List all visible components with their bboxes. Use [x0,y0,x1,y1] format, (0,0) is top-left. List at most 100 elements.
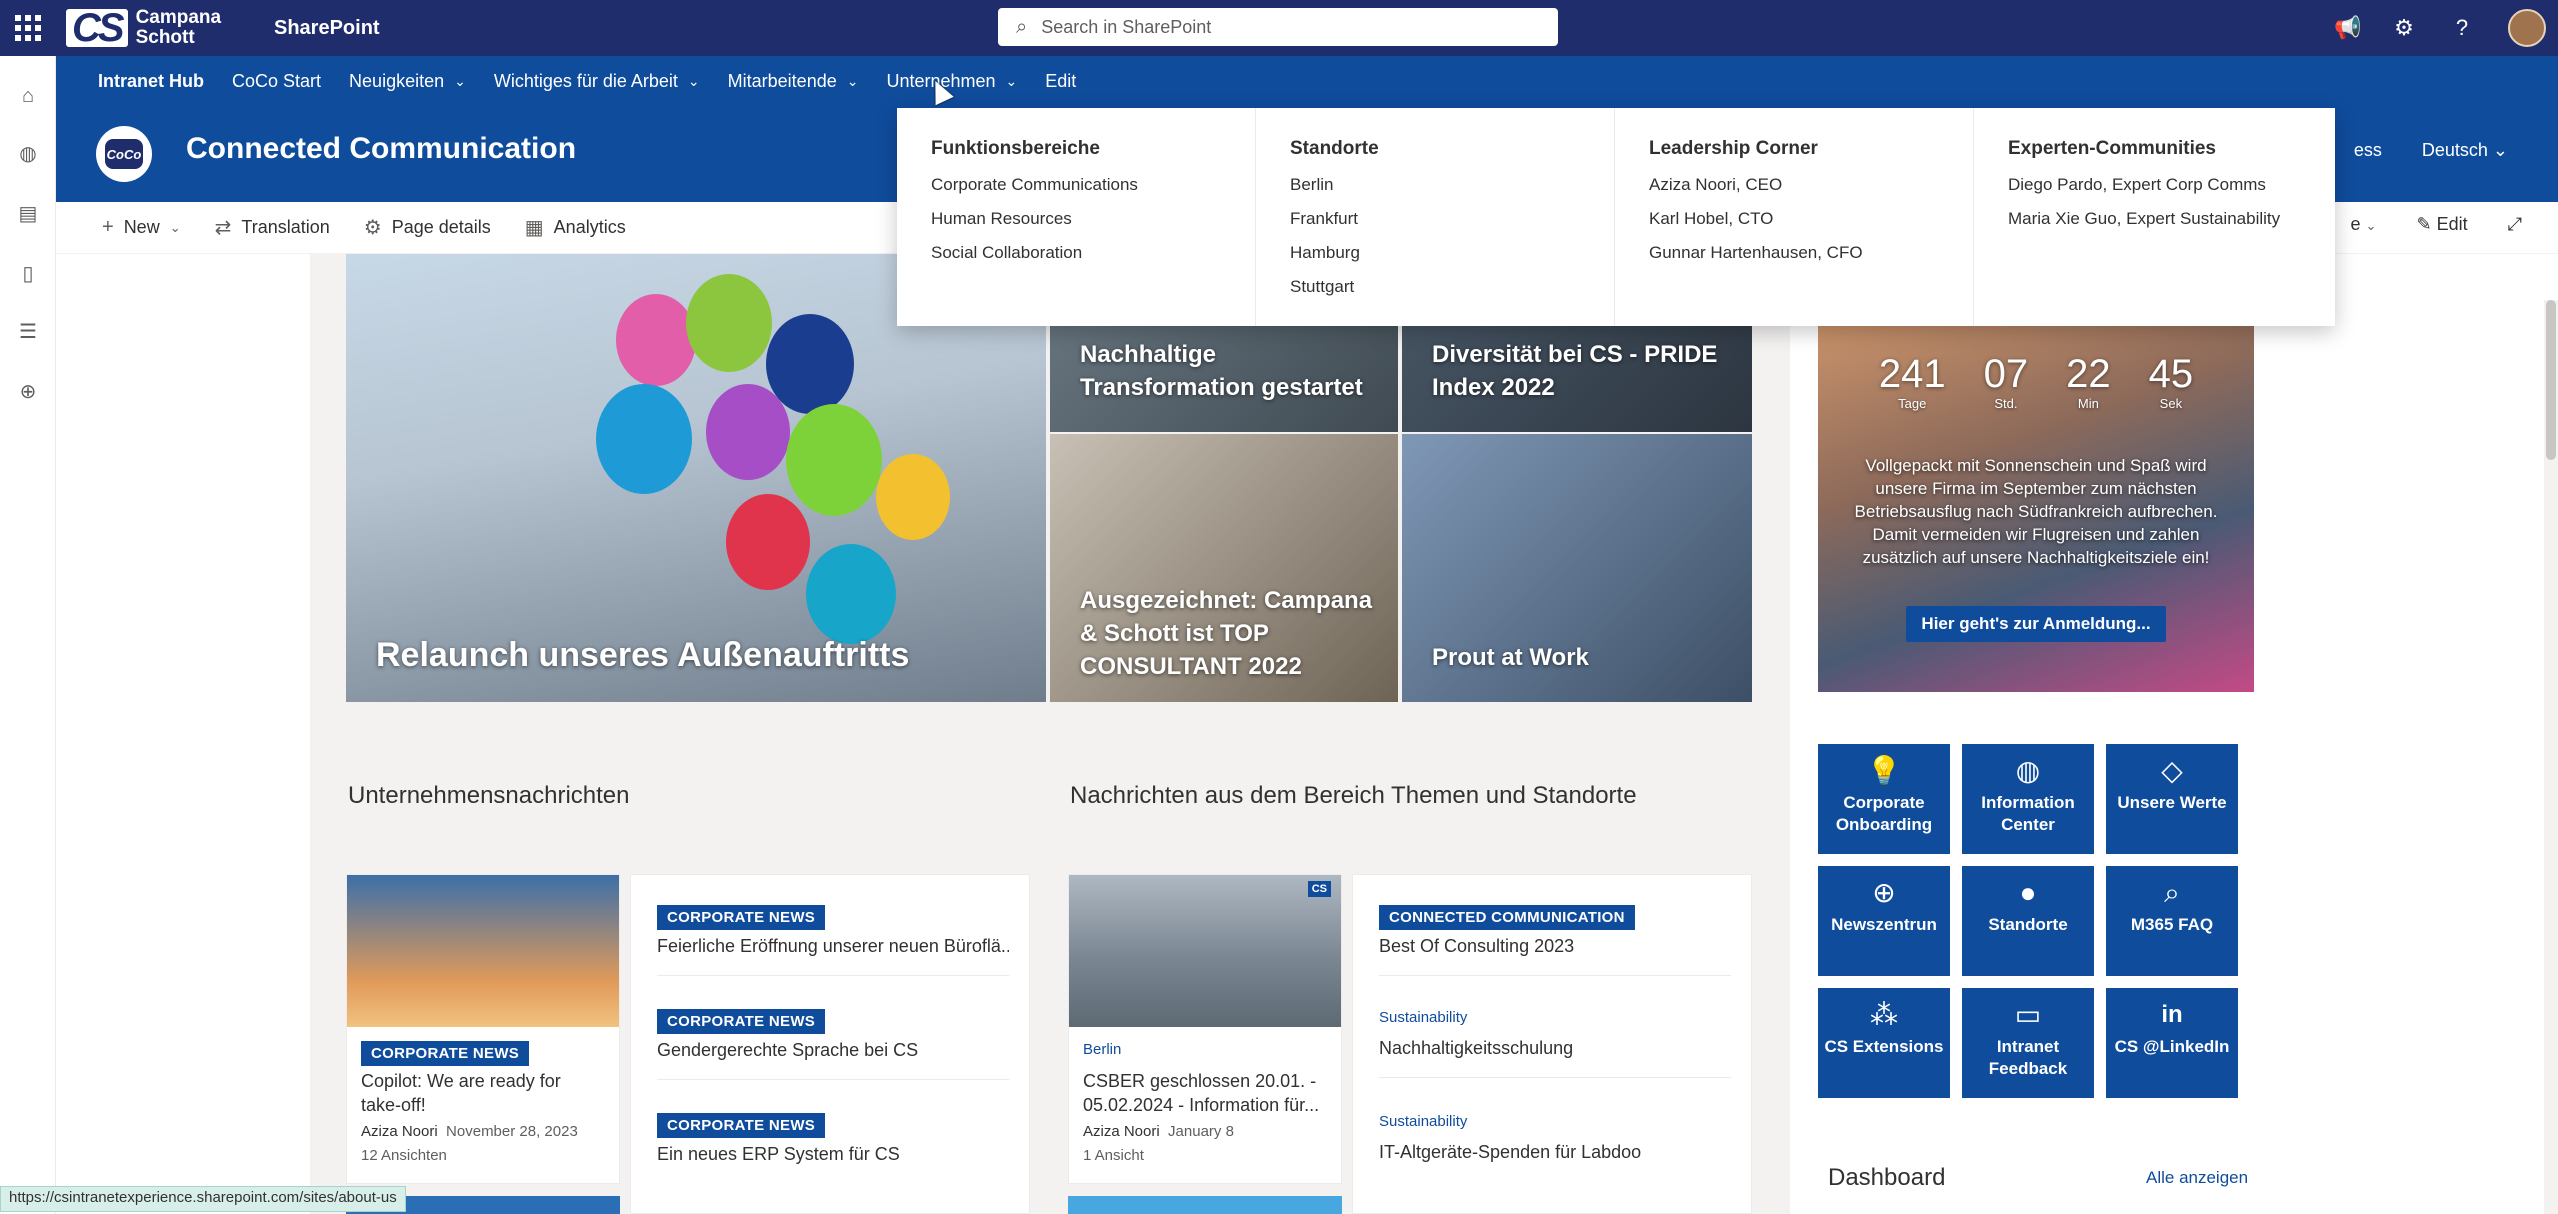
language-selector[interactable]: Deutsch ⌄ [2422,140,2508,161]
news-list-item[interactable]: Sustainability IT-Altgeräte-Spenden für … [1379,1113,1731,1164]
balloon-image [876,454,950,540]
news-date: November 28, 2023 [446,1123,578,1140]
news-topic: Sustainability [1379,1113,1468,1130]
globe-icon: ⊕ [1872,877,1896,908]
quicklink-information-center[interactable]: ◍ Information Center [1962,744,2094,854]
company-logo[interactable]: CS Campana Schott [66,6,221,50]
translate-icon: ⇄ [214,217,232,239]
hero-tile-caption: Diversität bei CS - PRIDE Index 2022 [1432,341,1718,401]
megamenu-heading[interactable]: Experten-Communities [2008,138,2333,160]
location-pin-icon: ● [2019,877,2037,908]
new-button[interactable]: + New ⌄ [102,216,181,239]
profile-avatar[interactable] [2508,9,2546,47]
add-circle-icon[interactable]: ⊕ [16,380,40,404]
site-nav-partial[interactable]: ess [2354,140,2382,161]
list-icon[interactable]: ☰ [16,320,40,344]
hubnav-coco-start[interactable]: CoCo Start [232,71,321,92]
globe-icon[interactable]: ◍ [16,142,40,166]
megamenu-heading[interactable]: Leadership Corner [1649,138,1973,160]
news-icon[interactable]: ▤ [16,202,40,226]
hubnav-intranet-hub[interactable]: Intranet Hub [98,71,204,92]
analytics-button[interactable]: ▦ Analytics [525,215,626,240]
quicklink-corporate-onboarding[interactable]: 💡 Corporate Onboarding [1818,744,1950,854]
help-icon[interactable]: ? [2450,15,2474,41]
megamenu-link[interactable]: Aziza Noori, CEO [1649,174,1973,196]
plus-icon: + [102,216,114,238]
hero-tile-award[interactable]: Ausgezeichnet: Campana & Schott ist TOP … [1050,434,1398,702]
megamenu-link[interactable]: Social Collaboration [931,242,1255,264]
quicklink-cs-extensions[interactable]: ⁂ CS Extensions [1818,988,1950,1098]
hero-tile-caption: Nachhaltige Transformation gestartet [1080,341,1363,401]
registration-button[interactable]: Hier geht's zur Anmeldung... [1906,606,2166,642]
quicklink-standorte[interactable]: ● Standorte [1962,866,2094,976]
megaphone-icon[interactable]: 📢 [2334,15,2361,41]
news-tag: CORPORATE NEWS [657,1009,826,1034]
megamenu-link[interactable]: Human Resources [931,208,1255,230]
chevron-down-icon: ⌄ [1005,72,1018,89]
megamenu-link[interactable]: Hamburg [1290,242,1614,264]
megamenu-link[interactable]: Berlin [1290,174,1614,196]
balloon-image [616,294,696,386]
megamenu-link[interactable]: Frankfurt [1290,208,1614,230]
app-name[interactable]: SharePoint [274,17,380,40]
news-card-featured-berlin[interactable]: CS Berlin CSBER geschlossen 20.01. - 05.… [1068,874,1342,1184]
hubnav-wichtiges[interactable]: Wichtiges für die Arbeit ⌄ [494,71,700,92]
expand-icon[interactable]: ⤢ [2508,214,2522,235]
news-card-featured[interactable]: CORPORATE NEWS Copilot: We are ready for… [346,874,620,1184]
command-partial[interactable]: e ⌄ [2351,214,2377,235]
app-launcher-icon[interactable] [14,14,42,42]
apps-icon: ⁂ [1870,999,1898,1030]
news-list-item[interactable]: Sustainability Nachhaltigkeitsschulung [1379,1009,1731,1078]
balloon-image [786,404,882,516]
site-title[interactable]: Connected Communication [186,132,576,166]
divider [1379,1077,1731,1078]
megamenu-column-experten: Experten-Communities Diego Pardo, Expert… [1974,108,2333,326]
search-box[interactable]: ⌕ Search in SharePoint [998,8,1558,46]
hubnav-unternehmen[interactable]: Unternehmen ⌄ [886,71,1017,92]
news-list-item[interactable]: CORPORATE NEWS Gendergerechte Sprache be… [657,1009,1009,1080]
news-list-item[interactable]: CORPORATE NEWS Feierliche Eröffnung unse… [657,905,1009,976]
divider [657,1079,1009,1080]
quicklink-cs-linkedin[interactable]: in CS @LinkedIn [2106,988,2238,1098]
mega-menu-unternehmen: Funktionsbereiche Corporate Communicatio… [897,108,2335,326]
airplane-image [347,875,619,1027]
news-tag: CORPORATE NEWS [657,905,826,930]
megamenu-link[interactable]: Maria Xie Guo, Expert Sustainability [2008,208,2333,230]
megamenu-heading[interactable]: Funktionsbereiche [931,138,1255,160]
megamenu-link[interactable]: Stuttgart [1290,276,1614,298]
edit-button[interactable]: ✎ Edit [2416,214,2467,235]
analytics-icon: ▦ [524,217,544,239]
document-icon[interactable]: ▯ [16,262,40,286]
news-list-item[interactable]: CORPORATE NEWS Ein neues ERP System für … [657,1113,1009,1166]
site-logo[interactable]: CoCo [96,126,152,182]
scrollbar-thumb[interactable] [2546,300,2556,460]
translation-button[interactable]: ⇄ Translation [215,215,330,240]
dashboard-see-all-link[interactable]: Alle anzeigen [2146,1168,2248,1188]
home-icon[interactable]: ⌂ [16,84,40,108]
hubnav-neuigkeiten[interactable]: Neuigkeiten ⌄ [349,71,466,92]
hubnav-mitarbeitende[interactable]: Mitarbeitende ⌄ [728,71,859,92]
settings-gear-icon[interactable]: ⚙ [2392,15,2416,41]
megamenu-link[interactable]: Gunnar Hartenhausen, CFO [1649,242,1973,264]
quicklink-m365-faq[interactable]: ⌕ M365 FAQ [2106,866,2238,976]
news-list-item[interactable]: CONNECTED COMMUNICATION Best Of Consulti… [1379,905,1731,976]
chevron-down-icon: ⌄ [454,72,466,89]
hero-main-caption: Relaunch unseres Außenauftritts [376,636,910,674]
countdown-minutes: 22 Min [2066,352,2111,411]
hero-tile-caption: Prout at Work [1432,644,1589,671]
search-icon: ⌕ [1016,15,1028,38]
countdown-seconds: 45 Sek [2148,352,2194,411]
megamenu-heading[interactable]: Standorte [1290,138,1614,160]
quicklink-unsere-werte[interactable]: ◇ Unsere Werte [2106,744,2238,854]
megamenu-link[interactable]: Corporate Communications [931,174,1255,196]
megamenu-link[interactable]: Karl Hobel, CTO [1649,208,1973,230]
page-details-button[interactable]: ⚙ Page details [364,215,491,240]
news-tag: CORPORATE NEWS [657,1113,826,1138]
megamenu-link[interactable]: Diego Pardo, Expert Corp Comms [2008,174,2333,196]
quicklink-newszentrum[interactable]: ⊕ Newszentrun [1818,866,1950,976]
news-author: Aziza Noori [361,1123,438,1140]
hero-tile-prout[interactable]: Prout at Work [1402,434,1752,702]
quicklink-intranet-feedback[interactable]: ▭ Intranet Feedback [1962,988,2094,1098]
hubnav-edit[interactable]: Edit [1045,71,1076,92]
countdown-description: Vollgepackt mit Sonnenschein und Spaß wi… [1854,456,2218,567]
